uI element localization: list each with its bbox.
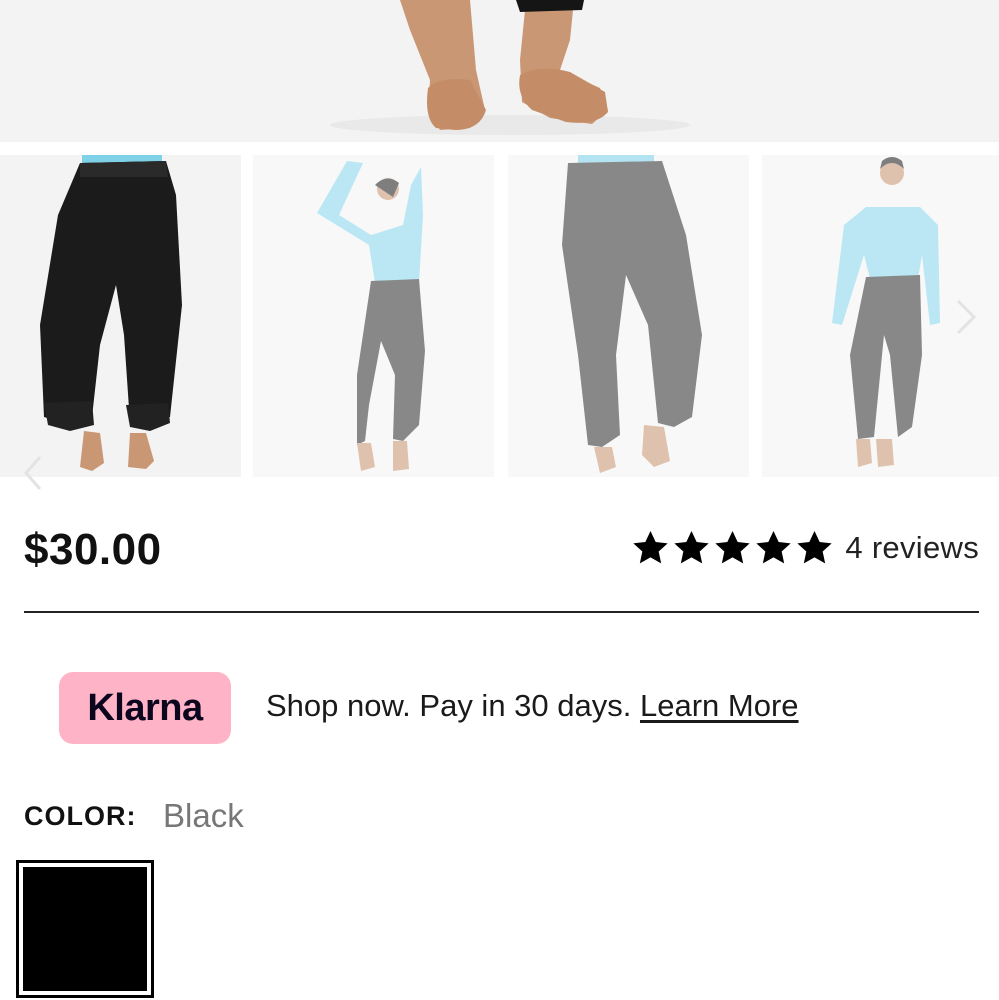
- klarna-badge-text: Klarna: [87, 686, 203, 729]
- rating-summary[interactable]: 4 reviews: [630, 528, 979, 568]
- star-icon: [674, 531, 710, 564]
- swatch-fill: [23, 867, 147, 991]
- star-rating: [630, 528, 835, 568]
- thumbnail-strip: [0, 155, 999, 490]
- chevron-left-icon[interactable]: [18, 451, 48, 495]
- star-icon: [797, 531, 833, 564]
- klarna-message-text: Shop now. Pay in 30 days.: [266, 688, 632, 723]
- color-label: COLOR:: [24, 801, 137, 831]
- reviews-link[interactable]: 4 reviews: [845, 530, 979, 566]
- learn-more-link[interactable]: Learn More: [640, 688, 799, 723]
- star-icon: [756, 531, 792, 564]
- klarna-logo: Klarna: [59, 672, 231, 744]
- main-product-image[interactable]: [0, 0, 999, 142]
- thumbnail-front-black[interactable]: [0, 155, 241, 477]
- chevron-right-icon[interactable]: [950, 295, 980, 339]
- color-swatch-black[interactable]: [16, 860, 154, 998]
- selected-color: Black: [163, 797, 244, 834]
- divider: [24, 611, 979, 613]
- product-price: $30.00: [24, 525, 162, 574]
- klarna-message: Shop now. Pay in 30 days. Learn More: [266, 688, 799, 724]
- thumbnail-back-view[interactable]: [508, 155, 749, 477]
- star-icon: [715, 531, 751, 564]
- thumbnail-side-pose[interactable]: [253, 155, 494, 477]
- star-icon: [633, 531, 669, 564]
